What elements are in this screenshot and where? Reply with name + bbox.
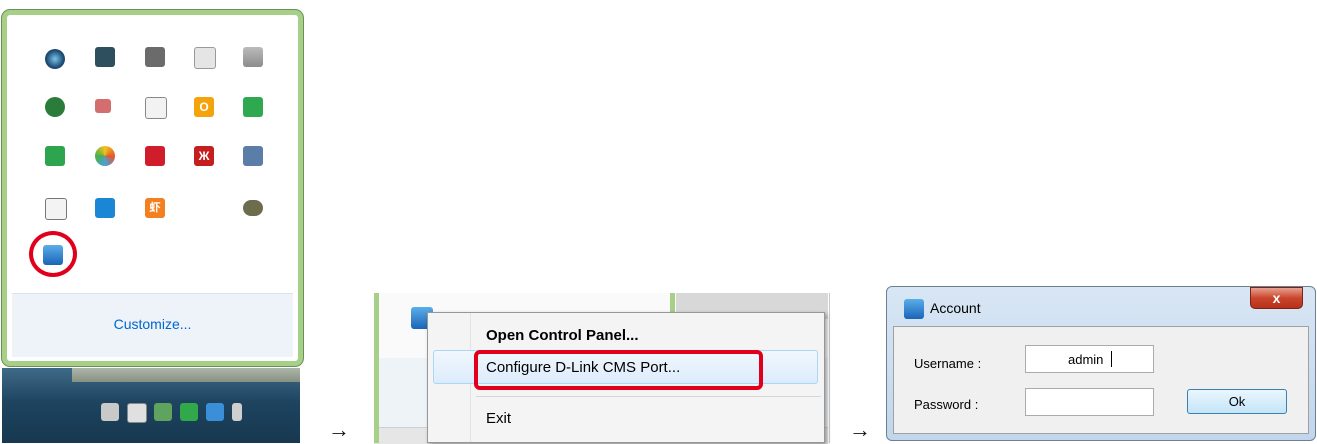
paint-palette-icon[interactable] bbox=[95, 146, 115, 166]
power-plug-icon[interactable] bbox=[45, 198, 67, 220]
outlook-icon[interactable]: O bbox=[194, 97, 214, 117]
menu-separator bbox=[476, 396, 821, 397]
adobe-icon[interactable]: Ж bbox=[194, 146, 214, 166]
username-label: Username : bbox=[914, 356, 982, 371]
wrench-icon[interactable] bbox=[154, 403, 172, 421]
menu-item-open-control-panel[interactable]: Open Control Panel... bbox=[486, 327, 639, 344]
step-arrow: → bbox=[849, 417, 871, 442]
menu-item-exit[interactable]: Exit bbox=[486, 410, 511, 427]
bug-icon[interactable] bbox=[95, 99, 111, 113]
action-center-flag-icon[interactable] bbox=[145, 97, 167, 119]
usb-device-icon[interactable] bbox=[95, 47, 115, 67]
eject-icon[interactable] bbox=[194, 47, 216, 69]
password-label: Password : bbox=[914, 397, 979, 412]
ok-button[interactable]: Ok bbox=[1187, 389, 1287, 414]
dlink-cms-icon bbox=[904, 299, 924, 319]
chat-n-icon[interactable] bbox=[45, 146, 65, 166]
text-cursor bbox=[1111, 351, 1112, 367]
sync-icon[interactable] bbox=[180, 403, 198, 421]
username-value: admin bbox=[1068, 352, 1104, 367]
shield-check-icon[interactable] bbox=[243, 97, 263, 117]
highlight-box bbox=[474, 350, 763, 390]
xiami-icon[interactable]: 虾 bbox=[145, 198, 165, 218]
show-hidden-icons-icon[interactable] bbox=[127, 403, 147, 423]
thunder-icon[interactable] bbox=[194, 198, 214, 218]
drive-ok-icon[interactable] bbox=[243, 47, 263, 67]
step-arrow: → bbox=[328, 417, 350, 442]
highlight-circle bbox=[29, 231, 77, 277]
customize-link[interactable]: Customize... bbox=[12, 293, 293, 356]
dialog-title: Account bbox=[930, 300, 981, 316]
taskbar-preview-strip bbox=[72, 368, 300, 382]
password-input[interactable] bbox=[1025, 388, 1154, 416]
network-disconnected-icon[interactable] bbox=[45, 97, 65, 117]
network-settings-icon[interactable] bbox=[243, 146, 263, 166]
eye-icon[interactable] bbox=[243, 200, 263, 216]
username-input[interactable]: admin bbox=[1025, 345, 1154, 373]
dropbox-icon[interactable] bbox=[206, 403, 224, 421]
laptop-icon[interactable] bbox=[145, 47, 165, 67]
teamviewer-icon[interactable] bbox=[95, 198, 115, 218]
avira-icon[interactable] bbox=[145, 146, 165, 166]
webcam-icon[interactable] bbox=[45, 49, 65, 69]
dialog-body bbox=[893, 326, 1309, 434]
keyboard-icon[interactable] bbox=[101, 403, 119, 421]
ime-icon[interactable] bbox=[232, 403, 242, 421]
close-button[interactable]: x bbox=[1250, 287, 1303, 309]
